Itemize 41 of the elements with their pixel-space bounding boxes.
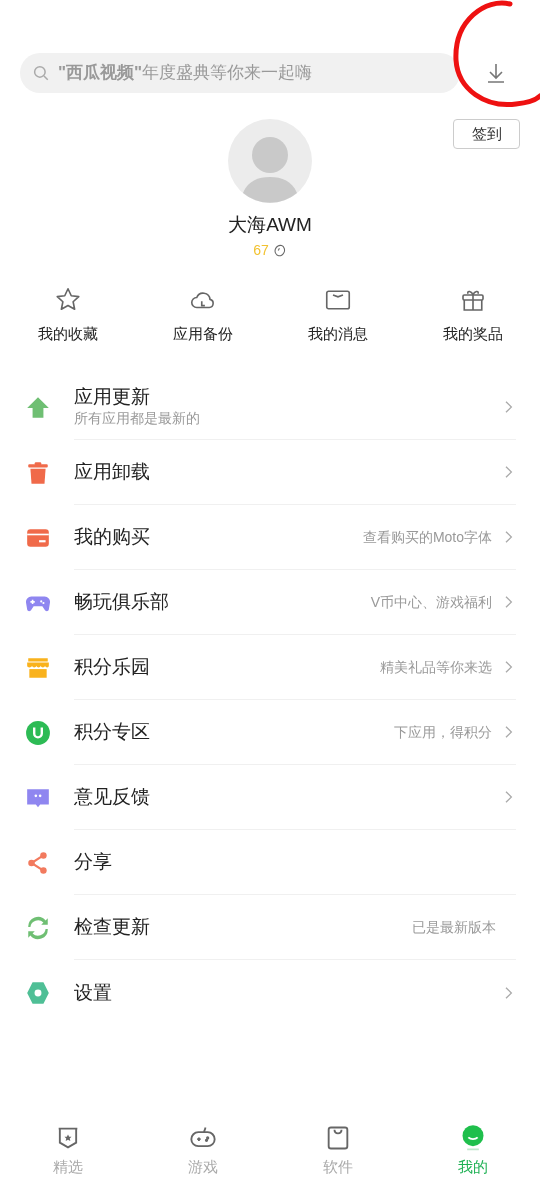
menu-item[interactable]: 设置 — [0, 960, 540, 1025]
points-count: 67 — [253, 240, 269, 260]
u-badge-icon — [25, 719, 51, 746]
menu-item[interactable]: 畅玩俱乐部 V币中心、游戏福利 — [0, 570, 540, 635]
menu-title: 应用卸载 — [74, 460, 151, 484]
menu-hint: 已是最新版本 — [412, 917, 496, 937]
menu-item[interactable]: 检查更新 已是最新版本 — [0, 895, 540, 960]
menu-title: 检查更新 — [74, 915, 151, 939]
menu-title: 设置 — [74, 980, 113, 1005]
menu-item[interactable]: 应用卸载 — [0, 440, 540, 505]
menu-hint: V币中心、游戏福利 — [370, 592, 492, 612]
menu-item[interactable]: 应用更新 所有应用都是最新的 — [0, 375, 540, 440]
trash-icon — [25, 459, 51, 486]
search-icon — [32, 64, 50, 82]
menu-item[interactable]: 我的购买 查看购买的Moto字体 — [0, 505, 540, 570]
menu-item[interactable]: 积分乐园 精美礼品等你来选 — [0, 635, 540, 700]
coin-icon — [272, 243, 287, 257]
menu-hint: 精美礼品等你来选 — [380, 657, 492, 677]
shortcut-button[interactable]: 应用备份 — [135, 284, 270, 345]
menu-title: 畅玩俱乐部 — [74, 590, 170, 614]
menu-title: 分享 — [74, 850, 113, 874]
user-name: 大海AWM — [228, 213, 312, 237]
menu-hint: 下应用，得积分 — [394, 722, 492, 742]
menu-item[interactable]: 意见反馈 — [0, 765, 540, 830]
settings-icon — [25, 979, 51, 1006]
refresh-icon — [25, 914, 51, 941]
menu-title: 意见反馈 — [74, 785, 151, 809]
menu-item[interactable]: 分享 — [0, 830, 540, 895]
menu-title: 我的购买 — [74, 525, 151, 549]
menu-subtitle: 所有应用都是最新的 — [74, 409, 201, 429]
menu-title: 积分专区 — [74, 720, 151, 744]
menu-item[interactable]: 积分专区 下应用，得积分 — [0, 700, 540, 765]
shortcut-button[interactable]: 我的消息 — [270, 284, 405, 345]
search-placeholder: "西瓜视频"年度盛典等你来一起嗨 — [58, 62, 313, 85]
shortcut-button[interactable]: 我的奖品 — [405, 284, 540, 345]
shortcut-button[interactable]: 我的收藏 — [0, 284, 135, 345]
menu-hint: 查看购买的Moto字体 — [362, 527, 492, 547]
menu-title: 应用更新 — [74, 384, 151, 409]
avatar[interactable] — [228, 119, 312, 203]
sign-in-button[interactable]: 签到 — [453, 119, 520, 149]
menu-title: 积分乐园 — [74, 655, 151, 679]
